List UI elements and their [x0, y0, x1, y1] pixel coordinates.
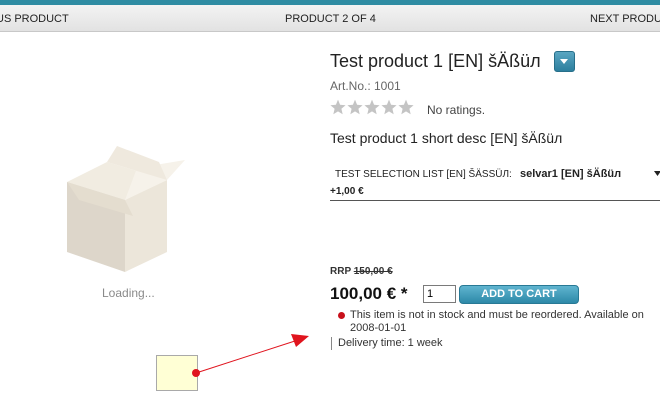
stock-message: This item is not in stock and must be re…: [350, 309, 644, 334]
star-icon[interactable]: [381, 99, 397, 115]
ratings-text: No ratings.: [427, 103, 486, 117]
star-icon[interactable]: [398, 99, 414, 115]
rating-stars[interactable]: [330, 99, 415, 117]
add-to-cart-button[interactable]: ADD TO CART: [459, 285, 579, 304]
product-short-description: Test product 1 short desc [EN] šÄßüл: [330, 130, 563, 146]
rrp-label: RRP: [330, 266, 351, 277]
delivery-time: Delivery time: 1 week: [331, 337, 443, 350]
arrowhead-icon: [291, 334, 309, 347]
recommended-retail-price: RRP 150,00 €: [330, 266, 393, 277]
stock-status-icon: [338, 312, 345, 319]
box-placeholder-icon: [67, 146, 185, 272]
selection-price-modifier: +1,00 €: [330, 186, 364, 197]
quantity-input[interactable]: [423, 285, 456, 303]
product-image-placeholder[interactable]: [55, 140, 205, 310]
article-number: Art.No.: 1001: [330, 79, 401, 93]
product-options-toggle[interactable]: [554, 51, 575, 72]
star-icon[interactable]: [364, 99, 380, 115]
star-icon[interactable]: [330, 99, 346, 115]
product-counter: PRODUCT 2 OF 4: [285, 13, 376, 25]
selection-list-value[interactable]: selvar1 [EN] šÄßüл: [520, 168, 621, 180]
selection-list-label: TEST SELECTION LIST [EN] ŠÄSSÜЛ:: [335, 169, 512, 180]
previous-product-link[interactable]: US PRODUCT: [0, 13, 69, 25]
star-icon[interactable]: [347, 99, 363, 115]
image-loading-text: Loading...: [102, 286, 155, 300]
dropdown-arrow-icon[interactable]: [654, 171, 660, 176]
rrp-value: 150,00 €: [353, 266, 393, 277]
annotation-note: [156, 355, 198, 391]
product-navigation-bar: US PRODUCT PRODUCT 2 OF 4 NEXT PRODUCT: [0, 5, 660, 32]
product-title: Test product 1 [EN] šÄßüл: [330, 51, 541, 71]
selection-list-dropdown[interactable]: TEST SELECTION LIST [EN] ŠÄSSÜЛ: selvar1…: [330, 166, 660, 201]
chevron-down-icon: [560, 59, 568, 64]
next-product-link[interactable]: NEXT PRODUCT: [590, 13, 660, 25]
product-price: 100,00 € *: [330, 284, 408, 303]
